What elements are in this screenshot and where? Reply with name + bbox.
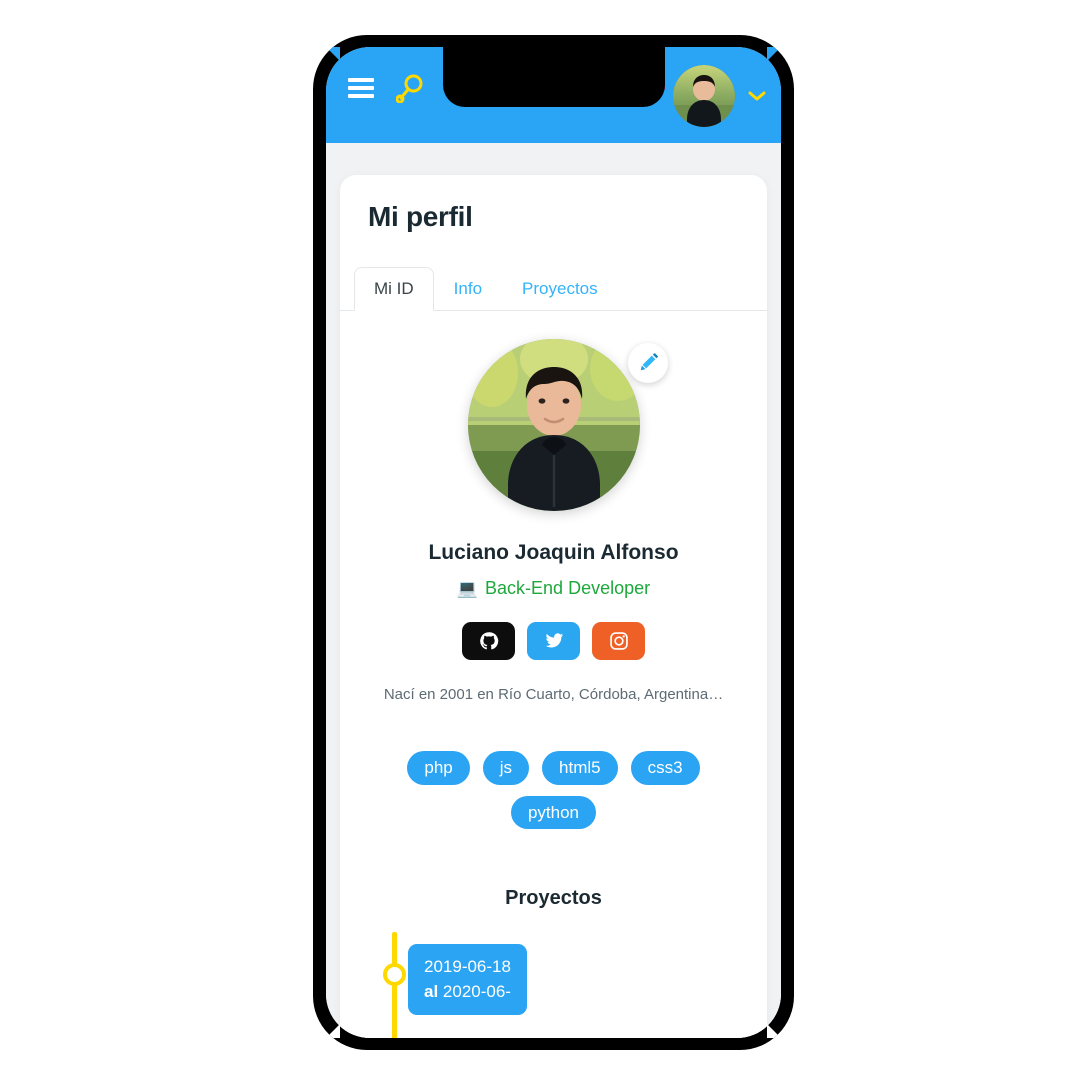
app-navbar	[326, 47, 781, 143]
timeline-date-connector: al	[424, 981, 439, 1001]
avatar-image	[673, 65, 735, 127]
twitter-icon	[545, 633, 563, 648]
tab-proyectos[interactable]: Proyectos	[502, 267, 618, 311]
edit-profile-button[interactable]	[627, 343, 668, 383]
profile-card: Mi perfil Mi ID Info Proyectos Luciano J…	[340, 175, 767, 1038]
tab-info[interactable]: Info	[434, 267, 502, 311]
timeline-date-end: 2020-06-	[442, 981, 511, 1001]
profile-role: 💻 Back-End Developer	[360, 578, 747, 599]
social-link-instagram[interactable]	[592, 622, 645, 660]
timeline-marker-dot	[383, 963, 406, 987]
page-body: Mi perfil Mi ID Info Proyectos Luciano J…	[326, 143, 781, 1038]
profile-avatar-image	[467, 339, 640, 511]
hamburger-line	[348, 86, 374, 90]
phone-screen: Mi perfil Mi ID Info Proyectos Luciano J…	[326, 47, 781, 1038]
profile-bio: Nací en 2001 en Río Cuarto, Córdoba, Arg…	[383, 686, 724, 703]
navbar-left-group	[348, 73, 424, 103]
skill-tag-html5[interactable]: html5	[542, 751, 618, 785]
social-link-github[interactable]	[462, 622, 515, 660]
skill-tag-js[interactable]: js	[482, 751, 530, 785]
profile-role-label: Back-End Developer	[485, 578, 651, 598]
profile-tabs: Mi ID Info Proyectos	[340, 267, 767, 311]
timeline-date-badge[interactable]: 2019-06-18 al 2020-06-	[408, 944, 527, 1016]
social-links	[360, 622, 747, 660]
phone-device-frame: Mi perfil Mi ID Info Proyectos Luciano J…	[313, 35, 794, 1050]
corner-mark-top-right-icon	[767, 47, 781, 61]
chevron-down-icon[interactable]	[747, 89, 767, 103]
skill-tag-css3[interactable]: css3	[630, 751, 700, 785]
proyectos-timeline: 2019-06-18 al 2020-06-	[340, 932, 767, 1038]
hamburger-line	[348, 94, 374, 98]
corner-mark-top-left-icon	[326, 47, 340, 61]
device-notch	[442, 47, 665, 107]
laptop-icon: 💻	[456, 578, 479, 598]
github-icon	[479, 632, 498, 650]
timeline-date-start: 2019-06-18	[424, 957, 511, 977]
profile-section: Luciano Joaquin Alfonso 💻 Back-End Devel…	[340, 339, 767, 705]
skill-tag-python[interactable]: python	[510, 795, 597, 830]
profile-name: Luciano Joaquin Alfonso	[428, 541, 679, 564]
screenshot-root: Mi perfil Mi ID Info Proyectos Luciano J…	[0, 0, 1079, 1080]
avatar[interactable]	[673, 65, 735, 127]
proyectos-heading: Proyectos	[505, 887, 602, 910]
hamburger-line	[348, 78, 374, 82]
pencil-edit-icon	[640, 353, 658, 371]
corner-mark-bottom-left-icon	[326, 1024, 340, 1038]
social-link-twitter[interactable]	[527, 622, 580, 660]
skill-tag-php[interactable]: php	[407, 751, 470, 785]
instagram-icon	[609, 632, 628, 650]
profile-avatar-wrap	[467, 339, 668, 511]
profile-avatar[interactable]	[467, 339, 640, 511]
skill-tags: php js html5 css3 python	[340, 751, 767, 830]
corner-mark-bottom-right-icon	[767, 1024, 781, 1038]
search-icon[interactable]	[396, 73, 424, 103]
page-title: Mi perfil	[368, 201, 473, 232]
hamburger-menu-icon[interactable]	[348, 78, 374, 98]
tab-mi-id[interactable]: Mi ID	[354, 267, 434, 311]
